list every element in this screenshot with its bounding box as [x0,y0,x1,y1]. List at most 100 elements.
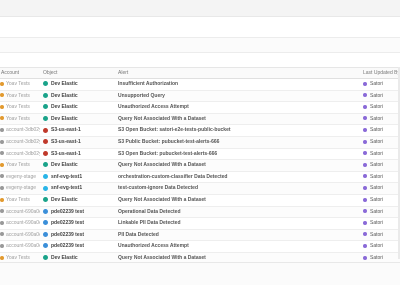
user-label: Satori [370,81,384,87]
column-header-account[interactable]: Account [1,70,19,76]
alert-cell[interactable]: Unauthorized Access Attempt [118,241,358,252]
user-label: Satori [370,208,384,215]
table-row[interactable]: Yoav Tests Dev Elastic Query Not Associate… [0,195,400,207]
account-cell: account-690a0e [0,241,40,252]
alert-cell[interactable]: Linkable PII Data Detected [118,218,358,229]
alert-cell[interactable]: Unauthorized Access Attempt [118,102,358,113]
object-cell[interactable]: pde02239 test [43,230,115,241]
user-label: Satori [370,127,384,134]
object-cell[interactable]: pde02239 test [43,241,115,252]
object-label: pde02239 test [51,208,85,215]
table-row[interactable]: account-690a0e pde02239 test Unauthorized … [0,241,400,253]
object-label: Dev Elastic [51,81,78,87]
object-label: Dev Elastic [51,162,78,169]
object-cell[interactable]: S3-us-east-1 [43,137,115,148]
alert-cell[interactable]: test-custom-ignore Data Detected [118,183,358,194]
alert-cell[interactable]: S3 Open Bucket: satori-e2e-tests-public-… [118,125,358,136]
avatar [363,128,367,133]
alert-cell[interactable]: Query Not Associated With a Dataset [118,195,358,206]
table-row[interactable]: account-690a0e pde02239 test Linkable PII … [0,218,400,230]
alert-cell[interactable]: orchestration-custom-classifier Data Det… [118,172,358,183]
alert-cell[interactable]: S3 Public Bucket: pubucket-test-alerts-6… [118,137,358,148]
object-cell[interactable]: Dev Elastic [43,91,115,102]
account-label: Yoav Tests [6,81,30,87]
updated-by-cell: Satori [363,79,399,90]
object-cell[interactable]: S3-us-east-1 [43,149,115,160]
alert-cell[interactable]: Unsupported Query [118,91,358,102]
alert-cell[interactable]: Query Not Associated With a Dataset [118,114,358,125]
account-label: evgeny-stage [6,185,37,192]
snowflake-icon [43,173,48,179]
top-bar [0,0,400,17]
account-label: Yoav Tests [6,254,30,261]
elastic-icon [43,255,48,261]
account-cell: Yoav Tests [0,79,40,90]
column-header-updated-by[interactable]: Last Updated By [363,70,400,76]
object-cell[interactable]: snf-evg-test1 [43,183,115,194]
table-row[interactable]: Yoav Tests Dev Elastic Query Not Associate… [0,160,400,172]
object-cell[interactable]: Dev Elastic [43,79,115,90]
object-cell[interactable]: Dev Elastic [43,195,115,206]
cloud-icon [0,151,4,156]
column-header-object[interactable]: Object [43,70,57,76]
table-row[interactable]: Yoav Tests Dev Elastic Insufficient Author… [0,79,400,91]
cloud-icon [0,186,4,191]
alert-cell[interactable]: Insufficient Authorization [118,79,358,90]
object-label: pde02239 test [51,220,85,227]
table-row[interactable]: account-690a0e pde02239 test PII Data Dete… [0,229,400,242]
object-cell[interactable]: S3-us-east-1 [43,125,115,136]
account-label: account-3db02y [6,127,40,134]
object-cell[interactable]: pde02239 test [43,207,115,218]
alert-cell[interactable]: PII Data Detected [118,230,358,241]
elastic-icon [43,162,48,168]
object-label: snf-evg-test1 [51,173,83,180]
cloud-icon [0,232,4,237]
user-label: Satori [370,92,384,99]
object-cell[interactable]: pde02239 test [43,218,115,229]
elastic-icon [43,92,48,98]
account-label: account-690a0e [6,208,40,215]
updated-by-cell: Satori [363,149,399,160]
user-label: Satori [370,104,384,111]
table-row[interactable]: evgeny-stage snf-evg-test1 test-custom-ign… [0,183,400,195]
updated-by-cell: Satori [363,207,399,218]
building-icon [0,81,4,86]
account-label: account-690a0e [6,220,40,227]
object-label: Dev Elastic [51,92,78,99]
table-row[interactable]: Yoav Tests Dev Elastic Unauthorized Access… [0,102,400,114]
object-cell[interactable]: snf-evg-test1 [43,172,115,183]
table-row[interactable]: Yoav Tests Dev Elastic Query Not Associate… [0,113,400,126]
object-label: S3-us-east-1 [51,127,81,134]
updated-by-cell: Satori [363,160,399,171]
avatar [363,93,367,98]
alert-cell[interactable]: Operational Data Detected [118,207,358,218]
alert-cell[interactable]: Query Not Associated With a Dataset [118,160,358,171]
table-row[interactable]: Yoav Tests Dev Elastic Unsupported Query Sa… [0,90,400,103]
postgres-icon [43,220,48,226]
cloud-icon [0,128,4,133]
alerts-table: Account Object Alert Last Updated By Yoa… [0,67,400,277]
table-row[interactable]: account-690a0e pde02239 test Operational D… [0,206,400,219]
column-header-alert[interactable]: Alert [118,70,128,76]
table-row[interactable]: evgeny-stage snf-evg-test1 orchestration-c… [0,172,400,184]
account-cell: Yoav Tests [0,91,40,102]
user-label: Satori [370,231,384,238]
table-row[interactable]: account-3db02y S3-us-east-1 S3 Open Bucket… [0,125,400,137]
user-label: Satori [370,150,384,157]
object-cell[interactable]: Dev Elastic [43,160,115,171]
avatar [363,174,367,179]
object-label: S3-us-east-1 [51,138,81,145]
object-label: pde02239 test [51,243,85,250]
object-label: Dev Elastic [51,115,78,122]
object-label: S3-us-east-1 [51,150,81,157]
snowflake-icon [43,185,48,191]
object-cell[interactable]: Dev Elastic [43,102,115,113]
updated-by-cell: Satori [363,125,399,136]
avatar [363,209,367,214]
table-row[interactable]: account-3db02y S3-us-east-1 S3 Open Bucket… [0,149,400,161]
object-cell[interactable]: Dev Elastic [43,114,115,125]
s3-bucket-icon [43,127,48,133]
table-row[interactable]: account-3db02y S3-us-east-1 S3 Public Buck… [0,136,400,149]
alert-cell[interactable]: S3 Open Bucket: pubucket-test-alerts-666 [118,149,358,160]
object-label: Dev Elastic [51,196,78,203]
